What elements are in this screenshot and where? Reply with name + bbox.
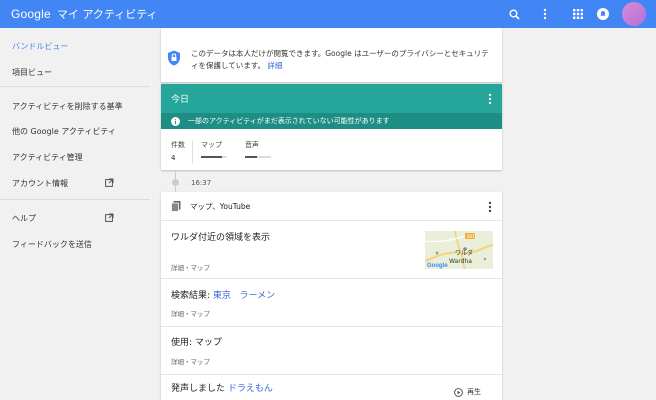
shield-lock-icon bbox=[167, 50, 181, 68]
today-header: 今日 bbox=[161, 84, 502, 113]
activity-warning-banner: 一部のアクティビティがまだ表示されていない可能性があります bbox=[161, 113, 502, 129]
road-shield-label: 361 bbox=[467, 234, 476, 240]
timeline-time: 16:37 bbox=[191, 179, 212, 187]
privacy-notice-text: このデータは本人だけが閲覧できます。Google はユーザーのプライバシーとセキ… bbox=[191, 49, 489, 70]
warning-text: 一部のアクティビティがまだ表示されていない可能性があります bbox=[188, 117, 390, 125]
usage-title: 使用: マップ bbox=[171, 338, 222, 348]
search-query-link[interactable]: 東京 bbox=[213, 291, 231, 301]
activity-item: ワルダ付近の領域を表示 詳細・マップ 361 ワルダ Wardha Google bbox=[161, 221, 502, 279]
sidebar-item-bundle-view[interactable]: バンドルビュー bbox=[12, 41, 68, 52]
notifications-icon[interactable] bbox=[596, 7, 610, 21]
more-vert-icon[interactable] bbox=[488, 93, 492, 108]
stat-count: 件数 4 bbox=[171, 141, 185, 162]
map-label-wardha-en: Wardha bbox=[449, 258, 472, 265]
privacy-notice-card: このデータは本人だけが閲覧できます。Google はユーザーのプライバシーとセキ… bbox=[161, 28, 502, 82]
voice-query-link[interactable]: ドラえもん bbox=[228, 384, 273, 394]
today-summary-card: 今日 一部のアクティビティがまだ表示されていない可能性があります 件数 4 マッ… bbox=[161, 84, 502, 170]
stat-divider bbox=[192, 140, 193, 164]
sidebar-item-other-activity[interactable]: 他の Google アクティビティ bbox=[12, 126, 116, 137]
activity-meta[interactable]: 詳細・マップ bbox=[171, 356, 210, 366]
stat-bar-fill bbox=[201, 156, 222, 158]
voice-title: 発声しました ドラえもん bbox=[171, 384, 273, 394]
more-vert-icon[interactable] bbox=[488, 201, 492, 215]
open-in-new-icon bbox=[105, 213, 114, 224]
learn-more-link[interactable]: 詳細 bbox=[267, 61, 282, 70]
sidebar-item-help[interactable]: ヘルプ bbox=[12, 213, 150, 224]
sidebar-item-label: ヘルプ bbox=[12, 214, 36, 223]
map-thumbnail[interactable]: 361 ワルダ Wardha Google bbox=[425, 231, 493, 269]
activity-bundle-card: マップ、YouTube ワルダ付近の領域を表示 詳細・マップ 361 ワルダ W… bbox=[161, 192, 502, 400]
more-vert-icon[interactable] bbox=[538, 7, 552, 21]
open-in-new-icon bbox=[105, 178, 114, 189]
sidebar-item-delete-by[interactable]: アクティビティを削除する基準 bbox=[12, 101, 123, 112]
header-actions bbox=[507, 0, 656, 28]
sidebar-item-account-info[interactable]: アカウント情報 bbox=[12, 178, 150, 189]
activity-item: 検索結果: 東京 ラーメン 詳細・マップ bbox=[161, 279, 502, 327]
play-circle-icon bbox=[454, 387, 463, 397]
activity-title-link[interactable]: ワルダ付近の領域を表示 bbox=[171, 230, 270, 243]
search-query-link[interactable]: ラーメン bbox=[240, 291, 276, 301]
sidebar-item-label: アカウント情報 bbox=[12, 179, 68, 188]
bundle-title: マップ、YouTube bbox=[190, 201, 251, 211]
activity-item: 使用: マップ 詳細・マップ bbox=[161, 327, 502, 375]
app-header: Google マイ アクティビティ bbox=[0, 0, 656, 28]
stat-bar-fill bbox=[245, 156, 257, 158]
bundle-stack-icon bbox=[171, 200, 181, 212]
bundle-header: マップ、YouTube bbox=[161, 192, 502, 221]
apps-icon[interactable] bbox=[571, 7, 585, 21]
search-icon[interactable] bbox=[507, 7, 521, 21]
timeline-dot bbox=[172, 179, 179, 186]
activity-item: 発声しました ドラえもん 再生 bbox=[161, 375, 502, 400]
map-label-wardha-jp: ワルダ bbox=[455, 249, 473, 257]
activity-meta[interactable]: 詳細・マップ bbox=[171, 262, 210, 272]
info-icon bbox=[171, 116, 180, 126]
play-button[interactable]: 再生 bbox=[454, 387, 481, 397]
sidebar-divider bbox=[0, 86, 150, 87]
product-title[interactable]: マイ アクティビティ bbox=[57, 6, 158, 22]
stat-bar bbox=[245, 156, 271, 158]
today-title: 今日 bbox=[171, 95, 190, 105]
sidebar: バンドルビュー 項目ビュー アクティビティを削除する基準 他の Google ア… bbox=[0, 28, 150, 400]
stat-voice: 音声 bbox=[245, 140, 271, 158]
avatar[interactable] bbox=[622, 2, 646, 26]
stat-maps: マップ bbox=[201, 140, 227, 158]
sidebar-item-feedback[interactable]: フィードバックを送信 bbox=[12, 239, 92, 250]
sidebar-item-item-view[interactable]: 項目ビュー bbox=[12, 67, 52, 78]
activity-meta[interactable]: 詳細・マップ bbox=[171, 308, 210, 318]
map-google-logo: Google bbox=[427, 263, 448, 269]
sidebar-item-activity-controls[interactable]: アクティビティ管理 bbox=[12, 152, 83, 163]
stat-bar bbox=[201, 156, 227, 158]
google-logo[interactable]: Google bbox=[11, 7, 51, 21]
sidebar-divider bbox=[0, 199, 150, 200]
search-result-title: 検索結果: 東京 ラーメン bbox=[171, 291, 276, 301]
